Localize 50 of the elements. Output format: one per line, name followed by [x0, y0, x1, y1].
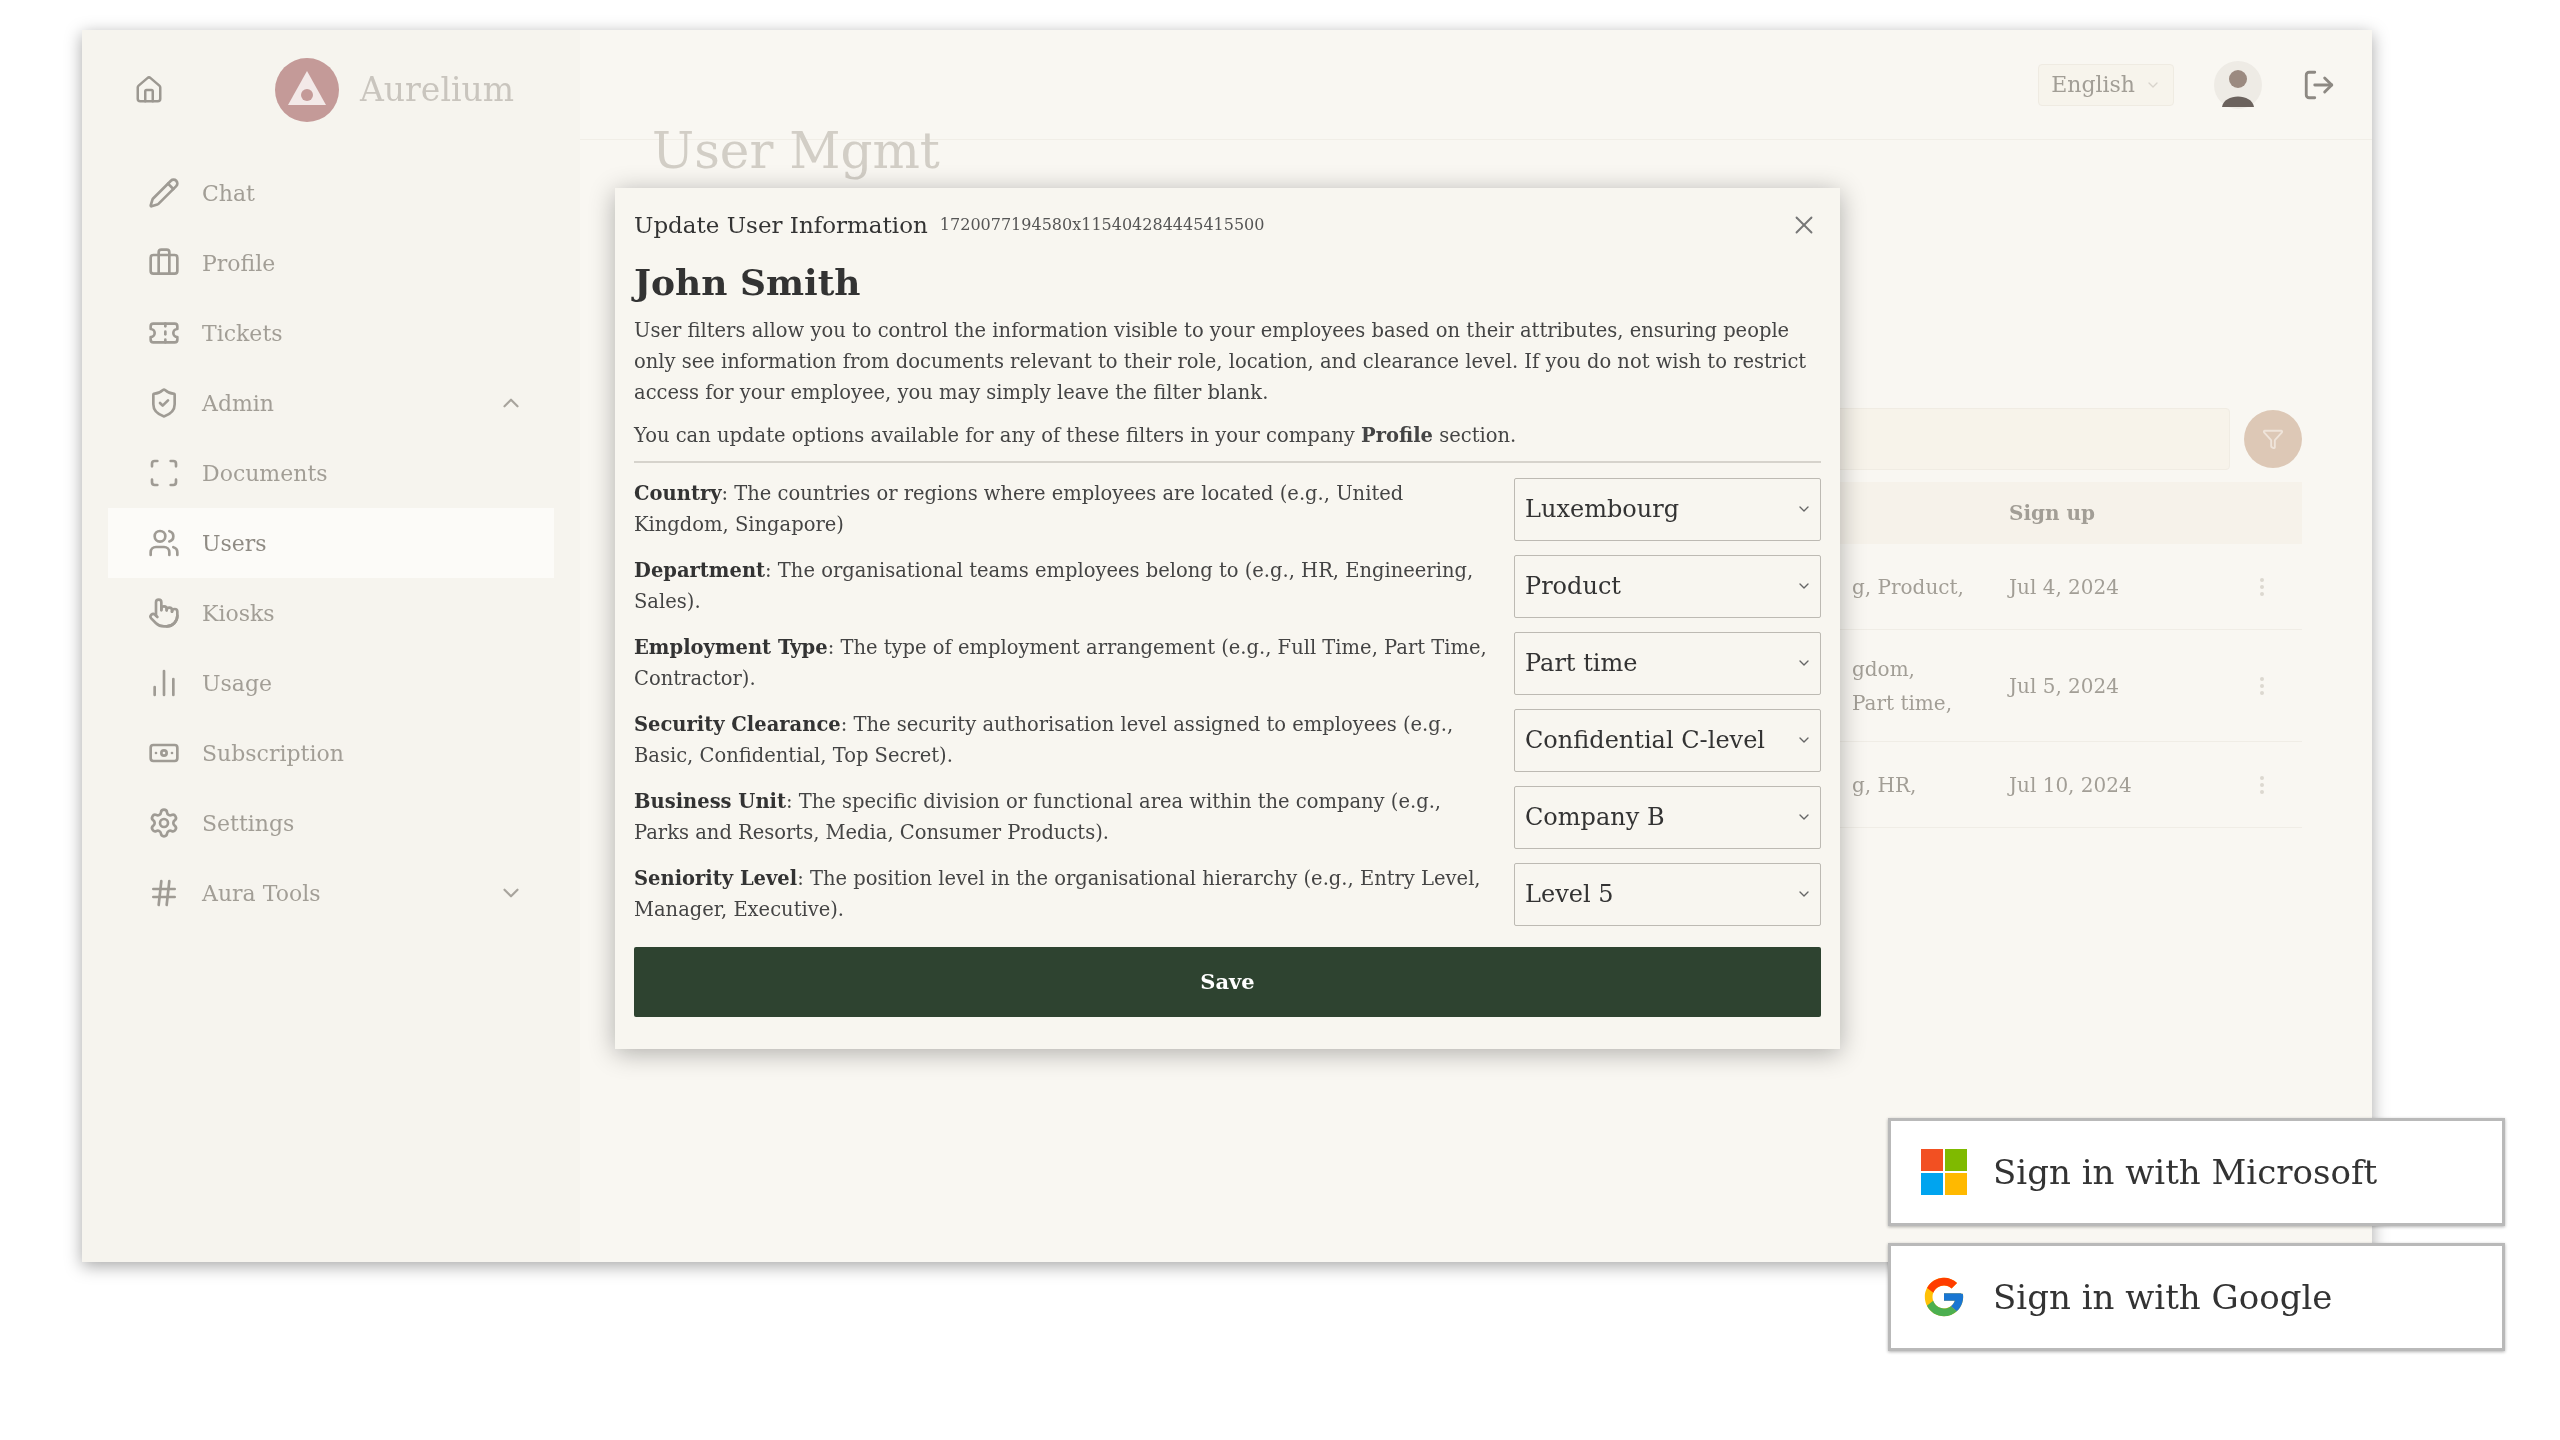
scan-frame-icon — [148, 457, 180, 489]
logo-icon — [274, 57, 340, 123]
description-text: You can update options available for any of these filters in your company Profile section. — [634, 422, 1518, 449]
people-icon — [148, 527, 180, 559]
sidebar-item[interactable]: Settings — [108, 788, 554, 858]
sidebar-item[interactable]: Chat — [108, 158, 554, 228]
sidebar-item[interactable]: Aura Tools — [108, 858, 554, 928]
table-cell-text: g, Product, — [1852, 573, 1965, 601]
select-field[interactable]: Part time — [1514, 631, 1821, 695]
avatar[interactable] — [2214, 60, 2262, 109]
pencil-icon — [148, 177, 180, 209]
filter-icon — [2262, 428, 2284, 450]
filter-description: Seniority Level: The position level in the organisational hierarchy (e.g., Entry Level, Manager, Executive). — [634, 866, 1482, 923]
table-cell-text: Jul 10, 2024 — [2009, 771, 2132, 799]
sidebar-item[interactable]: Documents — [108, 438, 554, 508]
table-cell-text: g, HR, — [1852, 771, 1918, 799]
dialog-title: Update User Information — [634, 211, 928, 240]
table-cell-text: gdom, — [1852, 655, 1916, 683]
filter-button[interactable] — [2244, 410, 2302, 468]
filter-description: Business Unit: The specific division or functional area within the company (e.g., Parks and Resorts, Media, Consumer Products). — [634, 789, 1443, 846]
filter-description: Country: The countries or regions where employees are located (e.g., United Kingdom, Singapore) — [634, 481, 1405, 538]
sidebar-item[interactable]: Admin — [108, 368, 554, 438]
select-field[interactable]: Confidential C-level — [1514, 708, 1821, 772]
filter-description: Department: The organisational teams employees belong to (e.g., HR, Engineering, Sales). — [634, 558, 1475, 615]
sidebar-item[interactable]: Usage — [108, 648, 554, 718]
filter-description: Security Clearance: The security authorisation level assigned to employees (e.g., Basic, Confidential, Top Secret). — [634, 712, 1455, 769]
sidebar-item[interactable]: Subscription — [108, 718, 554, 788]
sidebar-item[interactable]: Users — [108, 508, 554, 578]
sidebar-item[interactable]: Profile — [108, 228, 554, 298]
select-field[interactable]: Luxembourg — [1514, 477, 1821, 541]
sidebar-item[interactable]: Kiosks — [108, 578, 554, 648]
table-cell-text: Part time, — [1852, 689, 1954, 717]
save-button[interactable]: Save — [634, 946, 1821, 1017]
table-cell-text: Jul 4, 2024 — [2009, 573, 2119, 601]
sign-in-button[interactable]: Sign in with Google — [1888, 1243, 2505, 1351]
select-field[interactable]: Company B — [1514, 785, 1821, 849]
four-squares-logo-icon — [1921, 1149, 1967, 1195]
language-select[interactable]: English — [2038, 63, 2174, 106]
column-header: Sign up — [2008, 500, 2097, 527]
home-icon[interactable] — [134, 75, 164, 105]
table-cell-text: Jul 5, 2024 — [2009, 672, 2119, 700]
filter-description: Employment Type: The type of employment arrangement (e.g., Full Time, Part Time, Contractor). — [634, 635, 1488, 692]
description-text: User filters allow you to control the information visible to your employees based on their attributes, ensuring people only see information from documents relevant to their role, location, and clearance level. If you do not wish to restrict access for your employee, you may simply leave the filter blank. — [634, 317, 1808, 406]
sign-in-button[interactable]: Sign in with Microsoft — [1888, 1118, 2505, 1226]
select-field[interactable]: Product — [1514, 554, 1821, 618]
sidebar-item[interactable]: Tickets — [108, 298, 554, 368]
hand-pointer-icon — [148, 597, 180, 629]
user-id: 1720077194580x115404284445415500 — [939, 214, 1266, 237]
gear-icon — [148, 807, 180, 839]
select-field[interactable]: Level 5 — [1514, 862, 1821, 926]
